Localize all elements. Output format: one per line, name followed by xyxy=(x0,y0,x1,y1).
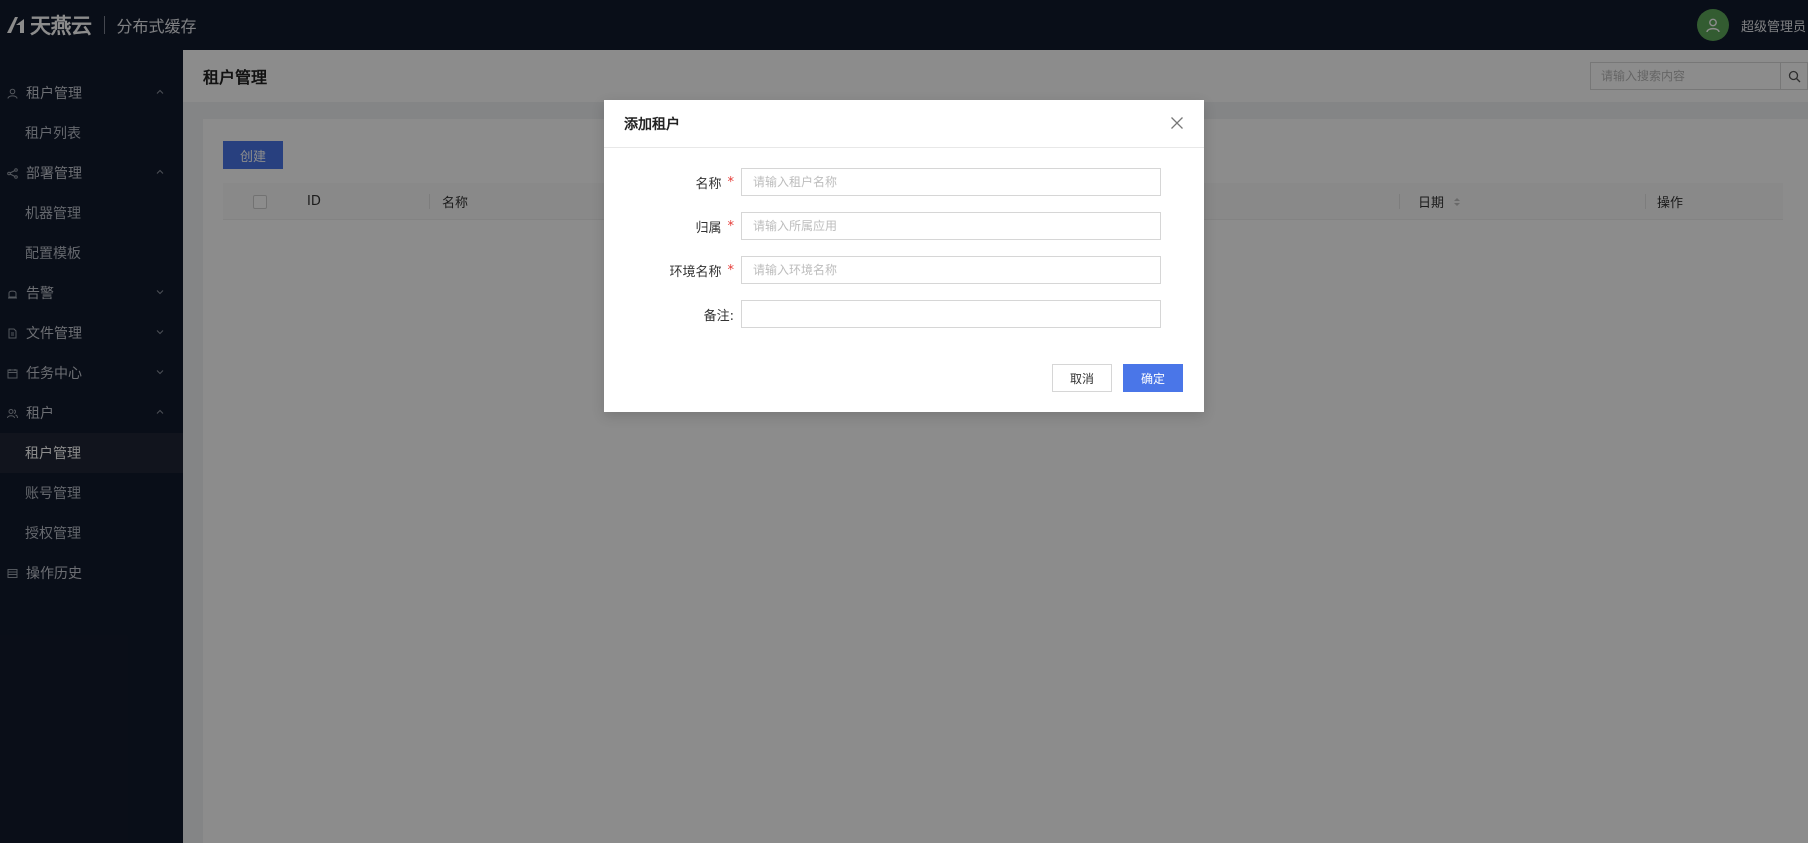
form-row-name: 名称 * xyxy=(604,168,1204,196)
remark-input[interactable] xyxy=(741,300,1161,328)
field-label: 环境名称 * xyxy=(669,256,734,284)
field-label-text: 名称 xyxy=(695,176,722,192)
field-label: 备注: xyxy=(704,300,734,328)
field-label-text: 备注: xyxy=(703,308,734,324)
dialog-header: 添加租户 xyxy=(604,100,1204,148)
required-mark: * xyxy=(727,262,735,278)
field-label-text: 环境名称 xyxy=(669,264,722,280)
cancel-button[interactable]: 取消 xyxy=(1052,364,1112,392)
field-label: 名称 * xyxy=(695,168,734,196)
field-label-text: 归属 xyxy=(695,220,722,236)
dialog-title: 添加租户 xyxy=(624,116,680,133)
close-icon[interactable] xyxy=(1170,116,1184,130)
required-mark: * xyxy=(727,174,735,190)
tenant-name-input[interactable] xyxy=(741,168,1161,196)
confirm-button[interactable]: 确定 xyxy=(1123,364,1183,392)
add-tenant-dialog: 添加租户 名称 * 归属 * 环境名称 * 备注: 取消 确定 xyxy=(604,100,1204,412)
required-mark: * xyxy=(727,218,735,234)
owner-app-input[interactable] xyxy=(741,212,1161,240)
form-row-env: 环境名称 * xyxy=(604,256,1204,284)
field-label: 归属 * xyxy=(695,212,734,240)
form-row-owner: 归属 * xyxy=(604,212,1204,240)
form-row-remark: 备注: xyxy=(604,300,1204,328)
env-name-input[interactable] xyxy=(741,256,1161,284)
